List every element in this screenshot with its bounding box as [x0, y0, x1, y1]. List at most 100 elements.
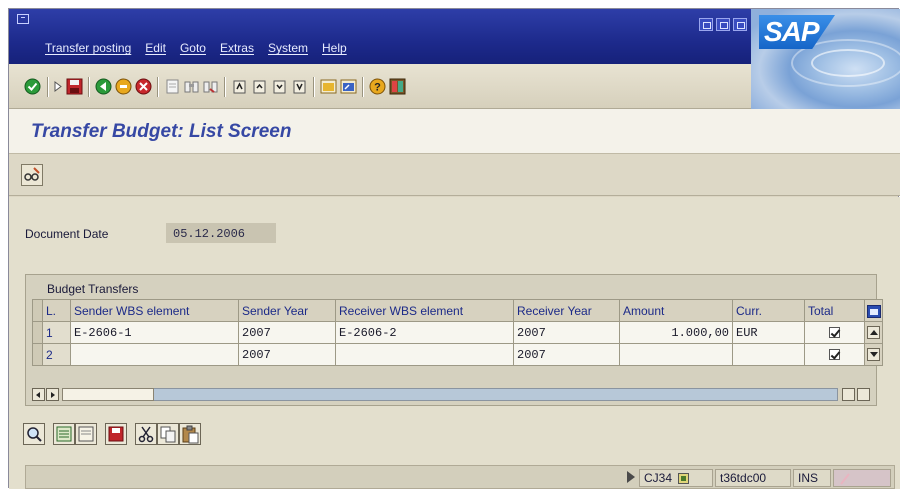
sender-year-field[interactable]: 2007	[238, 343, 336, 366]
window-controls	[699, 18, 747, 31]
find-next-icon[interactable]	[202, 78, 219, 95]
last-page-icon[interactable]	[291, 78, 308, 95]
col-currency[interactable]: Curr.	[732, 299, 805, 322]
sap-branding: SAP	[751, 9, 900, 109]
standard-toolbar: ?	[9, 64, 751, 109]
maximize-button[interactable]	[716, 18, 730, 31]
row-selector[interactable]	[32, 343, 43, 366]
table-row: 2 2007 2007	[32, 343, 883, 366]
save-variant-button[interactable]	[105, 423, 127, 445]
col-total[interactable]: Total	[804, 299, 865, 322]
toolbar-separator	[88, 77, 90, 97]
menu-extras[interactable]: Extras	[220, 41, 254, 55]
amount-field[interactable]: 1.000,00	[619, 321, 733, 344]
sap-logo-text: SAP	[764, 16, 820, 47]
receiver-wbs-field[interactable]	[335, 343, 514, 366]
sender-year-field[interactable]: 2007	[238, 321, 336, 344]
col-line[interactable]: L.	[42, 299, 71, 322]
command-field-arrow-icon[interactable]	[54, 78, 63, 95]
col-amount[interactable]: Amount	[619, 299, 733, 322]
transaction-code: CJ34	[644, 471, 673, 485]
scrollbar-thumb[interactable]	[62, 388, 154, 401]
paste-row-button[interactable]	[179, 423, 201, 445]
help-icon[interactable]: ?	[369, 78, 386, 95]
total-checkbox[interactable]	[829, 348, 840, 360]
close-window-button[interactable]	[733, 18, 747, 31]
column-scroll-left-button[interactable]	[842, 388, 855, 401]
layout-icon[interactable]	[389, 78, 406, 95]
menu-transfer-posting[interactable]: Transfer posting	[45, 41, 131, 55]
status-lock-field	[833, 469, 891, 487]
glasses-pencil-icon	[24, 167, 40, 181]
toolbar-separator	[362, 77, 364, 97]
minimize-button[interactable]	[699, 18, 713, 31]
sender-wbs-field[interactable]: E-2606-1	[70, 321, 239, 344]
menu-system[interactable]: System	[268, 41, 308, 55]
first-page-icon[interactable]	[231, 78, 248, 95]
table-header-row: L. Sender WBS element Sender Year Receiv…	[32, 299, 883, 322]
menu-help[interactable]: Help	[322, 41, 347, 55]
display-change-button[interactable]	[21, 164, 43, 186]
back-icon[interactable]	[95, 78, 112, 95]
row-selector[interactable]	[32, 321, 43, 344]
scroll-right-button[interactable]	[46, 388, 59, 401]
menu-goto[interactable]: Goto	[180, 41, 206, 55]
scroll-up-button[interactable]	[867, 325, 880, 339]
scrollbar-track[interactable]	[62, 388, 838, 401]
find-icon[interactable]	[183, 78, 200, 95]
copy-icon	[160, 426, 176, 443]
input-mode-status[interactable]: INS	[793, 469, 831, 487]
scroll-left-button[interactable]	[32, 388, 45, 401]
currency-field[interactable]: EUR	[732, 321, 805, 344]
receiver-wbs-field[interactable]: E-2606-2	[335, 321, 514, 344]
toolbar-separator	[224, 77, 226, 97]
col-sender-year[interactable]: Sender Year	[238, 299, 336, 322]
shortcut-icon[interactable]	[340, 78, 357, 95]
select-all-icon	[56, 426, 72, 442]
system-menu-icon[interactable]	[17, 14, 29, 24]
currency-field[interactable]	[732, 343, 805, 366]
horizontal-scrollbar[interactable]	[32, 387, 842, 402]
deselect-all-button[interactable]	[75, 423, 97, 445]
total-checkbox[interactable]	[829, 326, 840, 338]
application-toolbar	[9, 154, 900, 196]
print-icon[interactable]	[164, 78, 181, 95]
copy-row-button[interactable]	[157, 423, 179, 445]
scroll-down-button[interactable]	[867, 347, 880, 361]
toolbar-separator	[313, 77, 315, 97]
status-expand-arrow-icon[interactable]	[627, 471, 635, 483]
select-all-button[interactable]	[53, 423, 75, 445]
previous-page-icon[interactable]	[251, 78, 268, 95]
cut-icon	[138, 426, 154, 443]
document-date-field[interactable]: 05.12.2006	[166, 223, 276, 243]
receiver-year-field[interactable]: 2007	[513, 343, 620, 366]
svg-text:?: ?	[374, 82, 381, 94]
details-button[interactable]	[23, 423, 45, 445]
col-sender-wbs[interactable]: Sender WBS element	[70, 299, 239, 322]
col-receiver-year[interactable]: Receiver Year	[513, 299, 620, 322]
delete-row-button[interactable]	[135, 423, 157, 445]
col-receiver-wbs[interactable]: Receiver WBS element	[335, 299, 514, 322]
table-settings-button[interactable]	[864, 299, 883, 322]
deselect-all-icon	[78, 426, 94, 442]
create-session-icon[interactable]	[320, 78, 337, 95]
column-scroll-right-button[interactable]	[857, 388, 870, 401]
next-page-icon[interactable]	[271, 78, 288, 95]
exit-icon[interactable]	[115, 78, 132, 95]
document-date-label: Document Date	[25, 227, 109, 241]
status-bar: CJ34 t36tdc00 INS	[25, 465, 895, 489]
toolbar-separator	[157, 77, 159, 97]
select-all-cell[interactable]	[32, 299, 43, 322]
cancel-icon[interactable]	[135, 78, 152, 95]
page-title: Transfer Budget: List Screen	[31, 121, 292, 142]
enter-icon[interactable]	[24, 78, 41, 95]
save-icon[interactable]	[66, 78, 83, 95]
line-number: 2	[42, 343, 71, 366]
sender-wbs-field[interactable]	[70, 343, 239, 366]
amount-field[interactable]	[619, 343, 733, 366]
save-variant-icon	[108, 426, 124, 442]
main-content: Document Date 05.12.2006 Budget Transfer…	[9, 197, 900, 489]
session-icon[interactable]	[678, 473, 690, 485]
menu-edit[interactable]: Edit	[145, 41, 166, 55]
receiver-year-field[interactable]: 2007	[513, 321, 620, 344]
